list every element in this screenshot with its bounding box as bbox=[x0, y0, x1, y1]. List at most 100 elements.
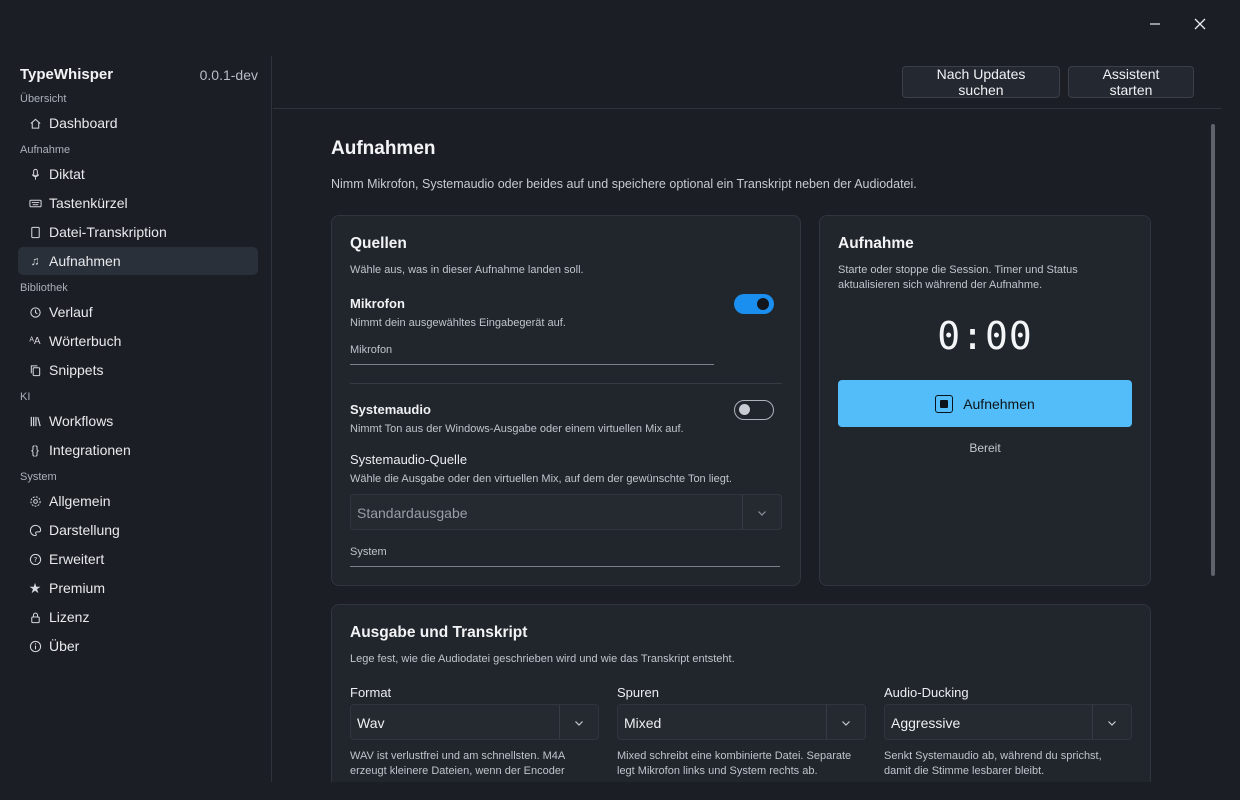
mic-field[interactable] bbox=[350, 364, 714, 365]
app-header: TypeWhisper 0.0.1-dev bbox=[20, 66, 258, 86]
sidebar-item-dashboard[interactable]: Dashboard bbox=[18, 109, 258, 137]
chevron-down-icon bbox=[1108, 721, 1116, 726]
file-icon bbox=[28, 225, 42, 239]
recording-subtitle: Starte oder stoppe die Session. Timer un… bbox=[838, 264, 1078, 291]
microphone-icon bbox=[28, 167, 42, 181]
sources-subtitle: Wähle aus, was in dieser Aufnahme landen… bbox=[350, 264, 584, 276]
sidebar-item-file-transcription[interactable]: Datei-Transkription bbox=[18, 218, 258, 246]
sidebar-item-general[interactable]: Allgemein bbox=[18, 487, 258, 515]
record-button-label: Aufnehmen bbox=[963, 395, 1035, 412]
sidebar-item-label: Aufnahmen bbox=[49, 253, 121, 269]
scrollbar[interactable] bbox=[1211, 124, 1215, 576]
svg-text:?: ? bbox=[33, 555, 37, 564]
section-label-system: System bbox=[20, 471, 57, 483]
mic-description: Nimmt dein ausgewähltes Eingabegerät auf… bbox=[350, 317, 566, 329]
start-assistant-button[interactable]: Assistent starten bbox=[1068, 66, 1194, 98]
sidebar-item-label: Workflows bbox=[49, 413, 114, 429]
close-icon bbox=[1194, 18, 1206, 30]
system-audio-toggle[interactable] bbox=[734, 400, 774, 420]
lock-icon bbox=[28, 610, 42, 624]
format-select[interactable]: Wav bbox=[350, 704, 599, 740]
sidebar-item-history[interactable]: Verlauf bbox=[18, 298, 258, 326]
sidebar-item-label: Über bbox=[49, 638, 80, 654]
sidebar-item-shortcuts[interactable]: Tastenkürzel bbox=[18, 189, 258, 217]
section-label-recording: Aufnahme bbox=[20, 144, 71, 156]
format-label: Format bbox=[350, 685, 392, 700]
sidebar: TypeWhisper 0.0.1-dev Übersicht Dashboar… bbox=[0, 56, 272, 782]
select-value: Wav bbox=[357, 715, 385, 731]
close-button[interactable] bbox=[1177, 8, 1223, 40]
sidebar-item-label: Erweitert bbox=[49, 551, 105, 567]
check-updates-button[interactable]: Nach Updates suchen bbox=[902, 66, 1060, 98]
sidebar-item-license[interactable]: Lizenz bbox=[18, 603, 258, 631]
sidebar-item-label: Premium bbox=[49, 580, 106, 596]
ducking-label: Audio-Ducking bbox=[884, 685, 969, 700]
sidebar-item-appearance[interactable]: Darstellung bbox=[18, 516, 258, 544]
top-bar: Nach Updates suchen Assistent starten bbox=[273, 56, 1222, 109]
sidebar-item-label: Verlauf bbox=[49, 304, 93, 320]
record-icon bbox=[935, 394, 954, 413]
select-separator bbox=[826, 705, 827, 739]
sidebar-item-label: Lizenz bbox=[49, 609, 90, 625]
sidebar-item-integrations[interactable]: {} Integrationen bbox=[18, 436, 258, 464]
recording-status: Bereit bbox=[969, 441, 1001, 455]
music-icon: ♫ bbox=[30, 254, 40, 268]
minimize-button[interactable] bbox=[1132, 8, 1178, 40]
app-name: TypeWhisper bbox=[20, 66, 114, 83]
recording-title: Aufnahme bbox=[838, 235, 914, 252]
sidebar-item-label: Wörterbuch bbox=[49, 333, 122, 349]
app-version: 0.0.1-dev bbox=[199, 67, 258, 83]
sidebar-item-dictation[interactable]: Diktat bbox=[18, 160, 258, 188]
system-audio-description: Nimmt Ton aus der Windows-Ausgabe oder e… bbox=[350, 423, 684, 435]
chevron-down-icon bbox=[842, 721, 850, 726]
main-content: Aufnahmen Nimm Mikrofon, Systemaudio ode… bbox=[273, 110, 1240, 782]
sidebar-item-label: Snippets bbox=[49, 362, 104, 378]
sidebar-item-advanced[interactable]: ? Erweitert bbox=[18, 545, 258, 573]
sidebar-item-about[interactable]: Über bbox=[18, 632, 258, 660]
sidebar-item-label: Tastenkürzel bbox=[49, 195, 128, 211]
sidebar-item-dictionary[interactable]: ᴬA Wörterbuch bbox=[18, 327, 258, 355]
section-label-ai: KI bbox=[20, 391, 31, 403]
tracks-label: Spuren bbox=[617, 685, 659, 700]
sidebar-item-label: Integrationen bbox=[49, 442, 131, 458]
chevron-down-icon bbox=[758, 511, 766, 516]
section-label-overview: Übersicht bbox=[20, 93, 67, 105]
sidebar-item-label: Datei-Transkription bbox=[49, 224, 167, 240]
dictionary-icon: ᴬA bbox=[29, 335, 41, 347]
format-description: WAV ist verlustfrei und am schnellsten. … bbox=[350, 750, 565, 777]
output-subtitle: Lege fest, wie die Audiodatei geschriebe… bbox=[350, 653, 735, 665]
system-source-select[interactable]: Standardausgabe bbox=[350, 494, 782, 530]
select-separator bbox=[742, 495, 743, 529]
info-icon bbox=[28, 639, 42, 653]
page-subtitle: Nimm Mikrofon, Systemaudio oder beides a… bbox=[331, 177, 917, 191]
toggle-knob bbox=[739, 404, 750, 415]
sidebar-item-label: Darstellung bbox=[49, 522, 120, 538]
select-separator bbox=[1092, 705, 1093, 739]
page-title: Aufnahmen bbox=[331, 138, 436, 159]
chevron-down-icon bbox=[575, 721, 583, 726]
home-icon bbox=[28, 116, 42, 130]
record-button[interactable]: Aufnehmen bbox=[838, 380, 1132, 427]
ducking-select[interactable]: Aggressive bbox=[884, 704, 1132, 740]
system-source-description: Wähle die Ausgabe oder den virtuellen Mi… bbox=[350, 473, 732, 485]
system-field[interactable] bbox=[350, 566, 780, 567]
ducking-description: Senkt Systemaudio ab, während du sprichs… bbox=[884, 750, 1102, 777]
help-icon: ? bbox=[28, 552, 42, 566]
mic-toggle[interactable] bbox=[734, 294, 774, 314]
select-separator bbox=[559, 705, 560, 739]
sidebar-item-workflows[interactable]: Workflows bbox=[18, 407, 258, 435]
mic-field-label: Mikrofon bbox=[350, 344, 393, 356]
sidebar-item-recordings[interactable]: ♫ Aufnahmen bbox=[18, 247, 258, 275]
title-bar bbox=[0, 0, 1240, 48]
braces-icon: {} bbox=[30, 443, 39, 457]
sidebar-item-snippets[interactable]: Snippets bbox=[18, 356, 258, 384]
tracks-select[interactable]: Mixed bbox=[617, 704, 866, 740]
tracks-description: Mixed schreibt eine kombinierte Datei. S… bbox=[617, 750, 852, 777]
select-value: Standardausgabe bbox=[357, 505, 468, 521]
output-title: Ausgabe und Transkript bbox=[350, 624, 528, 641]
sidebar-item-premium[interactable]: ★ Premium bbox=[18, 574, 258, 602]
sidebar-item-label: Diktat bbox=[49, 166, 85, 182]
system-field-label: System bbox=[350, 546, 387, 558]
minimize-icon bbox=[1150, 23, 1160, 25]
history-icon bbox=[28, 305, 42, 319]
